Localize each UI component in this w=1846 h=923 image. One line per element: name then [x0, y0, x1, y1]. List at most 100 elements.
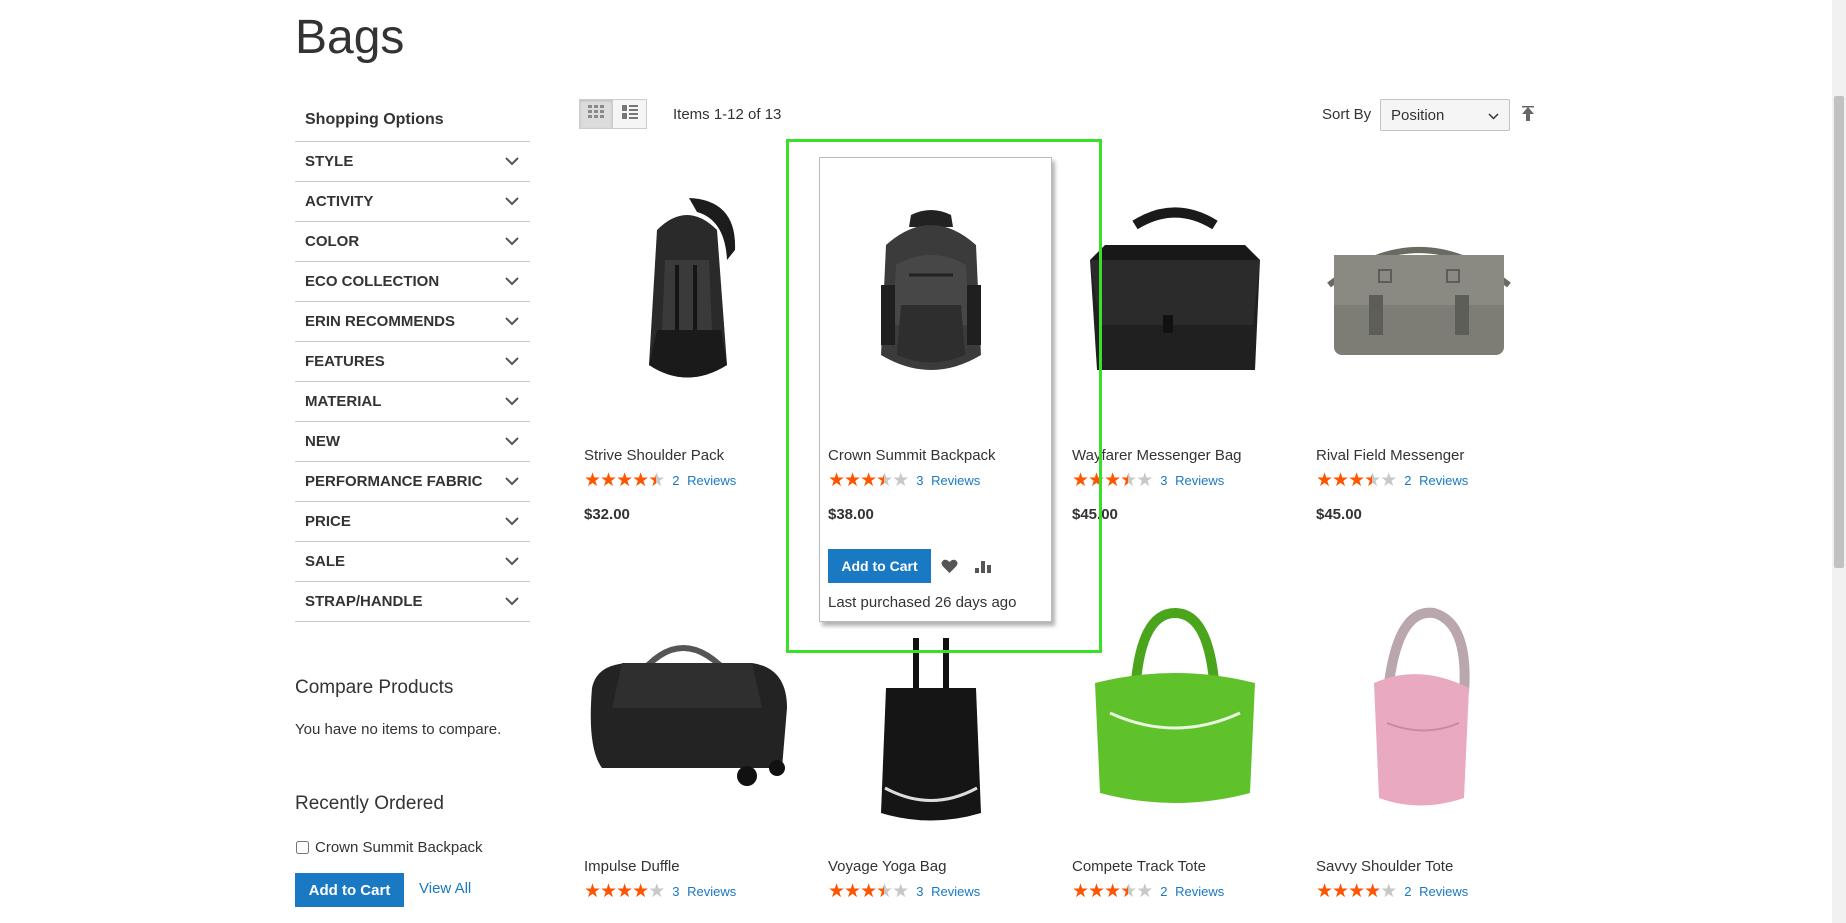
- star-icon: ★: [1316, 470, 1333, 491]
- star-icon: ★: [616, 470, 633, 491]
- product-item: Savvy Shoulder Tote ★ ★ ★ ★ ★ 2 Reviews: [1311, 578, 1526, 923]
- product-rating: ★ ★ ★ ★ ★ 3 Reviews: [1072, 471, 1224, 490]
- scrollbar-thumb[interactable]: [1834, 96, 1844, 568]
- product-name[interactable]: Rival Field Messenger: [1316, 447, 1464, 464]
- view-mode-switch: [579, 99, 647, 131]
- chevron-down-icon: [504, 594, 520, 610]
- star-icon: ★: [600, 881, 617, 902]
- star-icon: ★: [828, 470, 845, 491]
- product-image[interactable]: [1311, 578, 1526, 838]
- filter-activity[interactable]: ACTIVITY: [295, 182, 530, 222]
- filter-price[interactable]: PRICE: [295, 502, 530, 542]
- product-image[interactable]: [1311, 165, 1526, 425]
- shopping-options-title: Shopping Options: [305, 111, 444, 128]
- product-rating: ★ ★ ★ ★ ★ 3 Reviews: [828, 471, 980, 490]
- star-icon: ★: [1104, 470, 1121, 491]
- filter-new[interactable]: NEW: [295, 422, 530, 462]
- star-icon: ★: [616, 881, 633, 902]
- chevron-down-icon: [1488, 107, 1499, 124]
- filter-label: ECO COLLECTION: [305, 273, 440, 290]
- product-name[interactable]: Strive Shoulder Pack: [584, 447, 724, 464]
- product-image[interactable]: [823, 165, 1038, 425]
- chevron-down-icon: [504, 514, 520, 530]
- product-item: Crown Summit Backpack ★ ★ ★ ★ ★ 3 Reviews $3…: [823, 165, 1038, 625]
- star-icon: ★: [1072, 470, 1089, 491]
- star-icon: ★: [844, 881, 861, 902]
- product-price: $45.00: [1316, 506, 1362, 523]
- product-name[interactable]: Wayfarer Messenger Bag: [1072, 447, 1242, 464]
- star-icon: ★: [1120, 470, 1137, 491]
- star-icon: ★: [876, 881, 893, 902]
- reviews-link[interactable]: 2 Reviews: [672, 473, 736, 488]
- star-rating-icon: ★ ★ ★ ★ ★: [584, 881, 665, 902]
- sort-direction-arrow-icon[interactable]: [1519, 104, 1537, 124]
- sort-by-value: Position: [1391, 106, 1445, 124]
- sort-by-select[interactable]: Position: [1380, 99, 1510, 131]
- product-image[interactable]: [579, 165, 794, 425]
- toolbar-items-count: Items 1-12 of 13: [673, 106, 782, 123]
- filter-strap-handle[interactable]: STRAP/HANDLE: [295, 582, 530, 622]
- star-icon: ★: [892, 470, 909, 491]
- filter-performance-fabric[interactable]: PERFORMANCE FABRIC: [295, 462, 530, 502]
- reviews-link[interactable]: 2 Reviews: [1160, 884, 1224, 899]
- shoulder-pack-image: [648, 198, 735, 378]
- compare-products-title: Compare Products: [295, 677, 454, 698]
- product-name[interactable]: Savvy Shoulder Tote: [1316, 858, 1453, 875]
- star-icon: ★: [860, 470, 877, 491]
- reviews-link[interactable]: 3 Reviews: [916, 473, 980, 488]
- recently-ordered-item: Crown Summit Backpack: [295, 839, 483, 856]
- chevron-down-icon: [504, 314, 520, 330]
- filter-sale[interactable]: SALE: [295, 542, 530, 582]
- product-rating: ★ ★ ★ ★ ★ 2 Reviews: [1316, 471, 1468, 490]
- product-name[interactable]: Crown Summit Backpack: [828, 447, 996, 464]
- list-view-button[interactable]: [613, 99, 647, 129]
- star-icon: ★: [584, 881, 601, 902]
- reviews-link[interactable]: 3 Reviews: [1160, 473, 1224, 488]
- product-image[interactable]: [579, 578, 794, 838]
- filter-label: SALE: [305, 553, 346, 570]
- filter-label: MATERIAL: [305, 393, 382, 410]
- star-icon: ★: [844, 470, 861, 491]
- recently-ordered-checkbox[interactable]: [296, 841, 309, 854]
- yoga-bag-image: [880, 638, 981, 821]
- product-image[interactable]: [823, 618, 1038, 838]
- filter-label: ACTIVITY: [305, 193, 374, 210]
- product-name[interactable]: Voyage Yoga Bag: [828, 858, 946, 875]
- compare-icon[interactable]: [973, 556, 993, 576]
- filter-style[interactable]: STYLE: [295, 142, 530, 182]
- recently-ordered-add-to-cart-button[interactable]: Add to Cart: [295, 873, 404, 907]
- filter-color[interactable]: COLOR: [295, 222, 530, 262]
- filter-features[interactable]: FEATURES: [295, 342, 530, 382]
- chevron-down-icon: [504, 434, 520, 450]
- sort-by-label: Sort By: [1322, 106, 1372, 123]
- star-rating-icon: ★ ★ ★ ★ ★: [828, 470, 909, 491]
- heart-icon[interactable]: [939, 556, 959, 576]
- product-price: $38.00: [828, 506, 874, 523]
- star-icon: ★: [1348, 470, 1365, 491]
- star-icon: ★: [1136, 470, 1153, 491]
- star-icon: ★: [632, 470, 649, 491]
- reviews-link[interactable]: 2 Reviews: [1404, 884, 1468, 899]
- filter-label: STYLE: [305, 153, 354, 170]
- view-all-link[interactable]: View All: [419, 880, 471, 897]
- filter-erin-recommends[interactable]: ERIN RECOMMENDS: [295, 302, 530, 342]
- star-icon: ★: [632, 881, 649, 902]
- product-name[interactable]: Compete Track Tote: [1072, 858, 1206, 875]
- grid-view-button[interactable]: [579, 99, 613, 129]
- grid-icon: [588, 104, 604, 124]
- star-rating-icon: ★ ★ ★ ★ ★: [828, 881, 909, 902]
- product-item: Compete Track Tote ★ ★ ★ ★ ★ 2 Reviews: [1067, 578, 1282, 923]
- reviews-link[interactable]: 3 Reviews: [672, 884, 736, 899]
- product-rating: ★ ★ ★ ★ ★ 2 Reviews: [1072, 882, 1224, 901]
- filter-material[interactable]: MATERIAL: [295, 382, 530, 422]
- product-name[interactable]: Impulse Duffle: [584, 858, 680, 875]
- product-image[interactable]: [1067, 165, 1282, 425]
- reviews-link[interactable]: 3 Reviews: [916, 884, 980, 899]
- star-icon: ★: [876, 470, 893, 491]
- filter-eco-collection[interactable]: ECO COLLECTION: [295, 262, 530, 302]
- star-icon: ★: [1380, 881, 1397, 902]
- product-image[interactable]: [1067, 578, 1282, 838]
- scrollbar[interactable]: [1832, 0, 1846, 923]
- reviews-link[interactable]: 2 Reviews: [1404, 473, 1468, 488]
- product-item: Impulse Duffle ★ ★ ★ ★ ★ 3 Reviews: [579, 578, 794, 923]
